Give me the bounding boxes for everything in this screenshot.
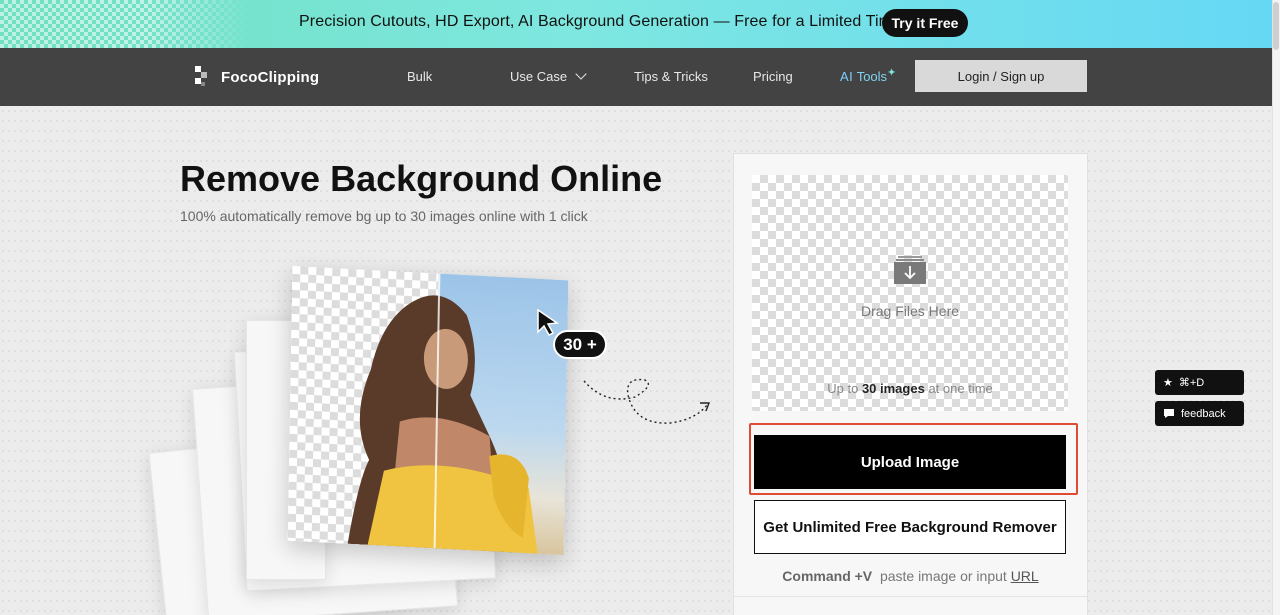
logo-icon [195,66,213,88]
nav-use-case[interactable]: Use Case [510,68,587,84]
top-navigation: FocoClipping Bulk Use Case Tips & Tricks… [0,48,1272,106]
promo-text: Precision Cutouts, HD Export, AI Backgro… [299,13,902,30]
ai-prefix: AI [840,69,854,84]
before-after-photo [287,265,569,556]
nav-ai-tools[interactable]: AI Tools✦ [840,67,897,84]
dashed-arrow-decoration [583,378,711,424]
upload-image-button[interactable]: Upload Image [754,435,1066,489]
sparkle-icon: ✦ [887,67,897,79]
nav-use-case-label: Use Case [510,69,568,84]
download-folder-icon [894,256,926,284]
cursor-arrow-icon [537,308,560,336]
paste-shortcut: Command +V [782,568,873,584]
logo[interactable]: FocoClipping [195,66,319,88]
drop-zone[interactable] [752,175,1068,411]
star-icon: ★ [1163,377,1173,389]
login-signup-button[interactable]: Login / Sign up [915,60,1087,92]
scrollbar[interactable] [1272,0,1280,615]
note-suffix: at one time [928,381,993,396]
note-prefix: Up to [827,381,859,396]
chat-bubble-icon [1164,409,1174,418]
pixel-pattern-decoration [0,0,250,48]
drag-files-text: Drag Files Here [860,303,960,319]
images-count-badge: 30 + [553,330,607,359]
upload-limit-note: Up to 30 images at one time [752,381,1068,396]
logo-text: FocoClipping [221,68,320,86]
woman-portrait-image [347,295,538,554]
nav-bulk[interactable]: Bulk [407,69,432,84]
note-bold: 30 images [861,381,925,396]
scrollbar-thumb[interactable] [1273,2,1279,50]
page-title: Remove Background Online [180,158,663,199]
panel-divider [733,596,1088,597]
page-subtitle: 100% automatically remove bg up to 30 im… [180,208,588,224]
paste-text: paste image or input [879,568,1007,584]
nav-tips-tricks[interactable]: Tips & Tricks [634,69,708,84]
get-unlimited-button[interactable]: Get Unlimited Free Background Remover [754,500,1066,554]
ai-tools-label: Tools [856,69,888,84]
chevron-down-icon [575,68,587,80]
try-it-free-button[interactable]: Try it Free [882,9,968,37]
feedback-button[interactable]: feedback [1155,401,1244,426]
bookmark-shortcut: ⌘+D [1178,377,1205,389]
bookmark-button[interactable]: ★ ⌘+D [1155,370,1244,395]
url-link[interactable]: URL [1011,568,1039,584]
paste-hint: Command +V paste image or input URL [733,568,1088,584]
promo-banner: Precision Cutouts, HD Export, AI Backgro… [0,0,1272,48]
nav-pricing[interactable]: Pricing [753,69,793,84]
feedback-label: feedback [1181,407,1226,420]
